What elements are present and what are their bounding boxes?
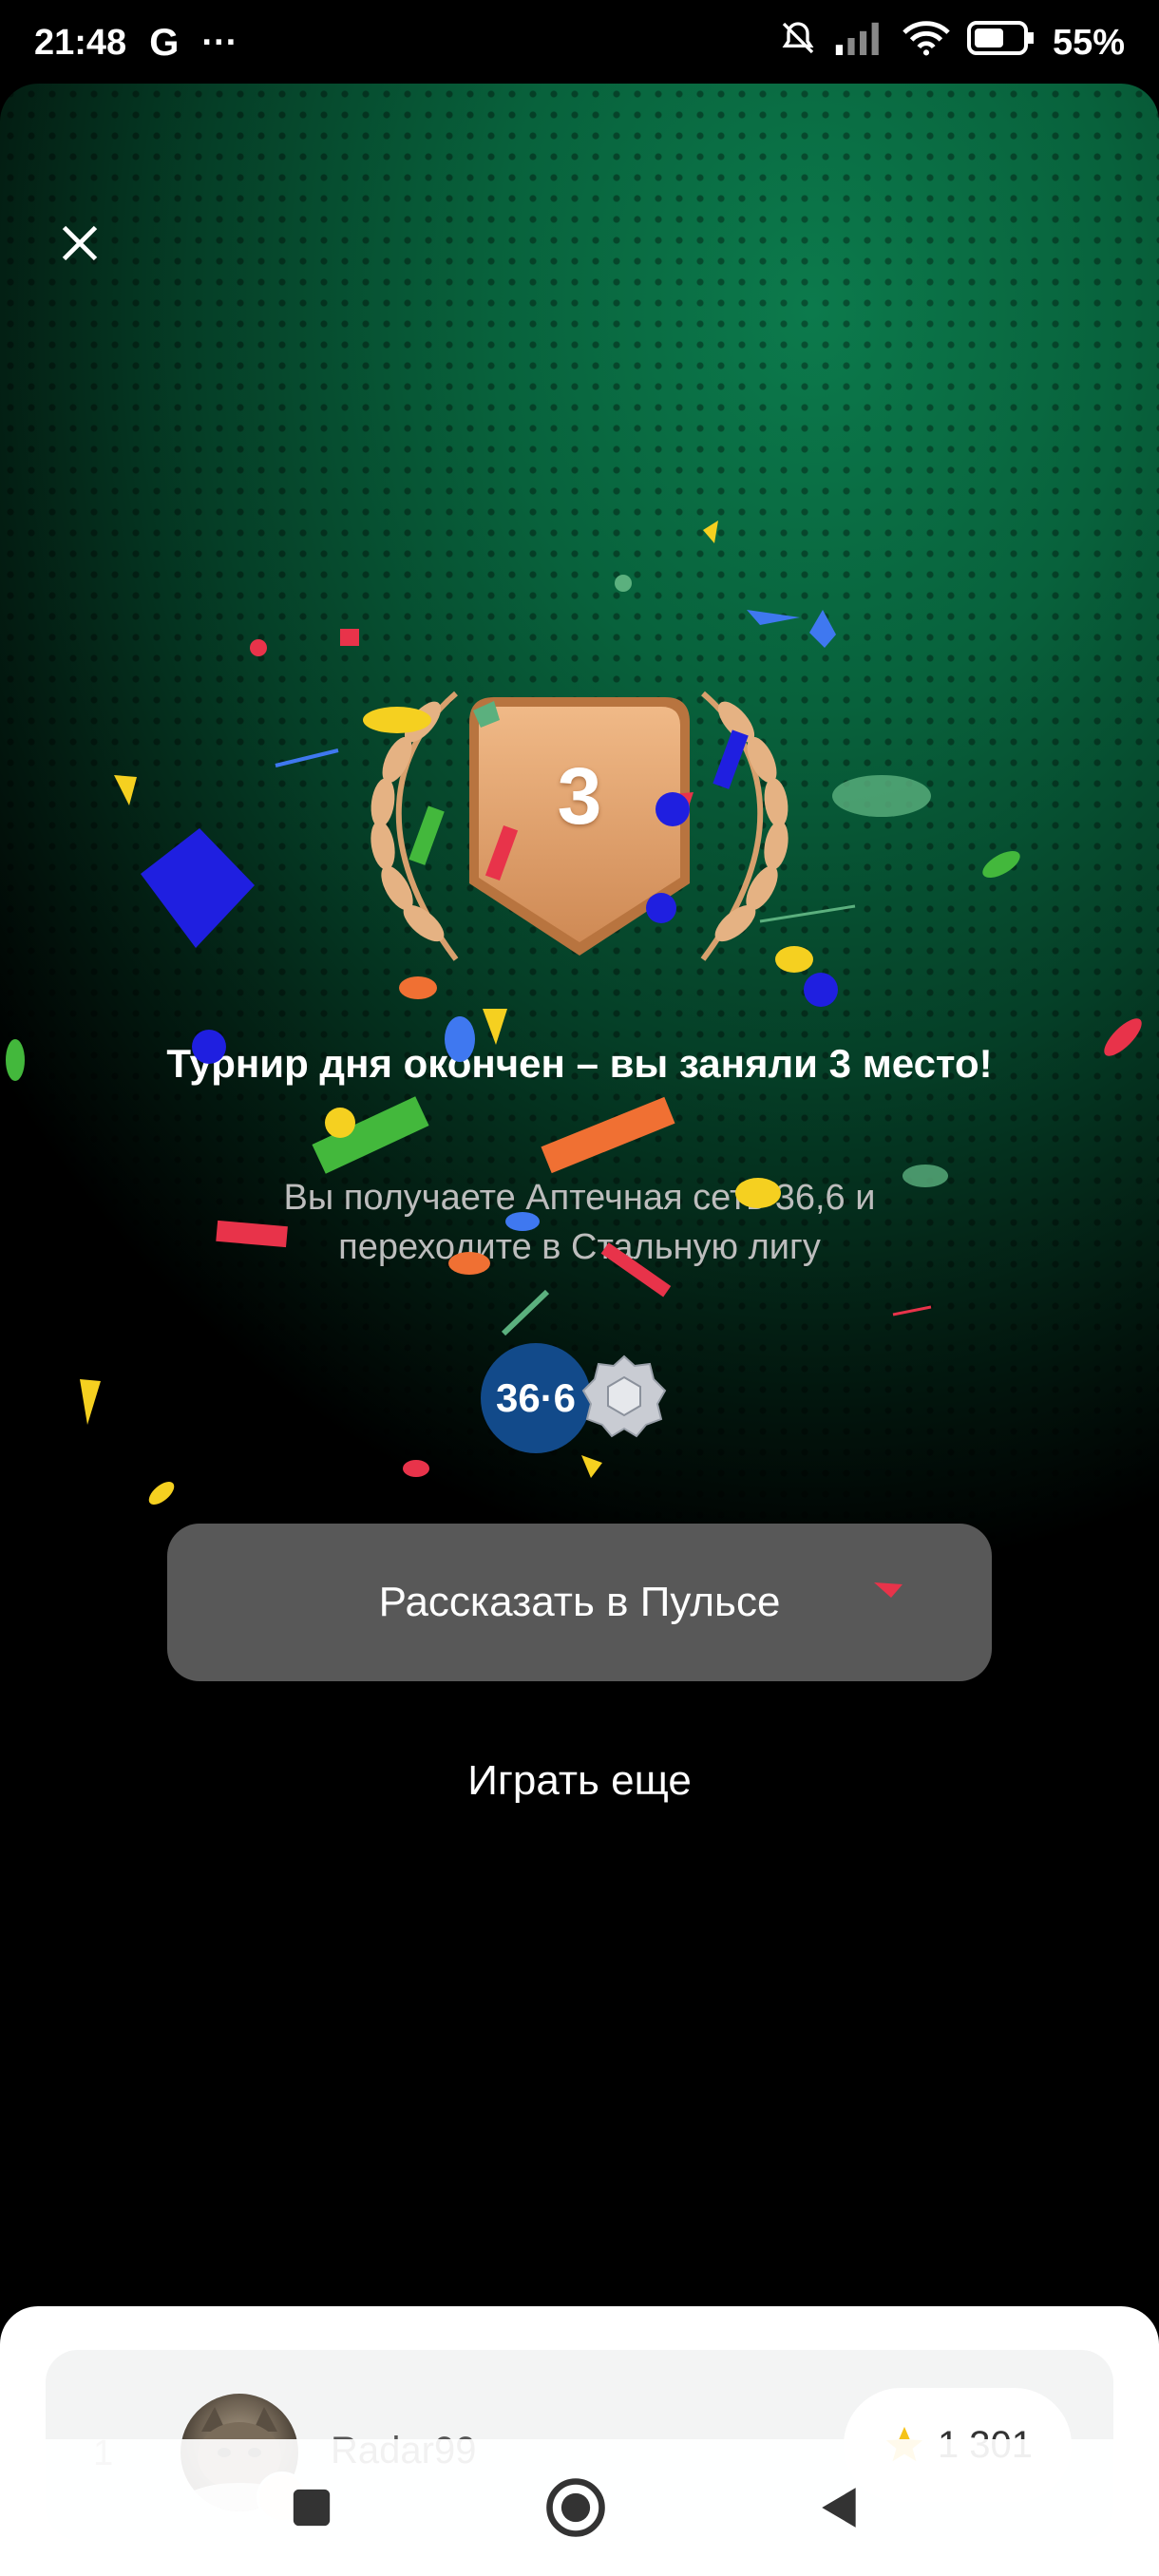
back-triangle-icon [822,2488,856,2528]
signal-icon [834,21,885,65]
laurel-right-icon [700,691,788,961]
place-badge: 3 [352,665,808,988]
mute-icon [779,19,817,66]
recents-button[interactable] [276,2472,348,2544]
home-circle-icon [546,2478,605,2537]
reward-brand-logo: 36·6 [481,1343,591,1453]
place-number: 3 [557,751,602,841]
laurel-left-icon [370,691,459,961]
battery-icon [966,21,1036,65]
more-icon: ··· [201,22,238,63]
google-icon: G [149,21,180,64]
system-navigation-bar [0,2439,1159,2576]
screen: 21:48 G ··· 55% 3 Турнир дня окончен – в… [0,0,1159,2576]
wifi-icon [902,19,950,66]
close-button[interactable] [53,217,106,270]
status-bar: 21:48 G ··· 55% [0,0,1159,85]
home-button[interactable] [540,2472,612,2544]
steel-league-icon [581,1354,667,1438]
share-in-pulse-button[interactable]: Рассказать в Пульсе [167,1524,992,1681]
play-again-button[interactable]: Играть еще [342,1757,817,1824]
status-time: 21:48 [34,22,127,63]
result-subtitle: Вы получаете Аптечная сеть 36,6 и перехо… [283,1178,876,1267]
square-icon [293,2489,331,2527]
back-button[interactable] [804,2472,876,2544]
close-icon [62,225,98,261]
result-title: Турнир дня окончен – вы заняли 3 место! [166,1041,993,1086]
battery-percent: 55% [1052,22,1125,63]
